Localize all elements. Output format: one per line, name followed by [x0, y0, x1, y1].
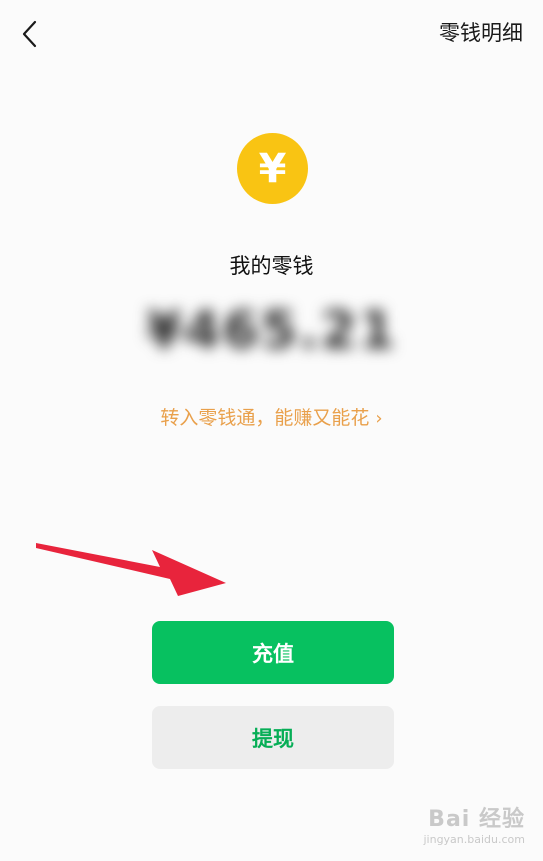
balance-details-link[interactable]: 零钱明细: [439, 18, 523, 48]
back-button[interactable]: [12, 14, 48, 54]
watermark-logo: Bai 经验: [428, 807, 525, 832]
chevron-right-icon: ›: [375, 408, 383, 429]
withdraw-button[interactable]: 提现: [152, 706, 394, 769]
coin-symbol: ¥: [258, 145, 287, 192]
red-arrow-icon: [36, 543, 226, 596]
balance-label: 我的零钱: [229, 254, 314, 278]
promo-link[interactable]: 转入零钱通，能赚又能花 ›: [0, 402, 543, 435]
yuan-coin-icon: ¥: [237, 133, 308, 204]
wallet-balance-screen: 零钱明细 ¥ 我的零钱 ¥465.21 转入零钱通，能赚又能花 › 充值 提现 B…: [0, 0, 543, 861]
recharge-button[interactable]: 充值: [152, 621, 394, 684]
watermark: Bai 经验 jingyan.baidu.com: [423, 807, 525, 847]
watermark-url: jingyan.baidu.com: [423, 833, 525, 846]
promo-text: 转入零钱通，能赚又能花: [160, 407, 370, 429]
balance-amount: ¥465.21: [146, 301, 397, 361]
chevron-left-icon: [22, 20, 37, 48]
